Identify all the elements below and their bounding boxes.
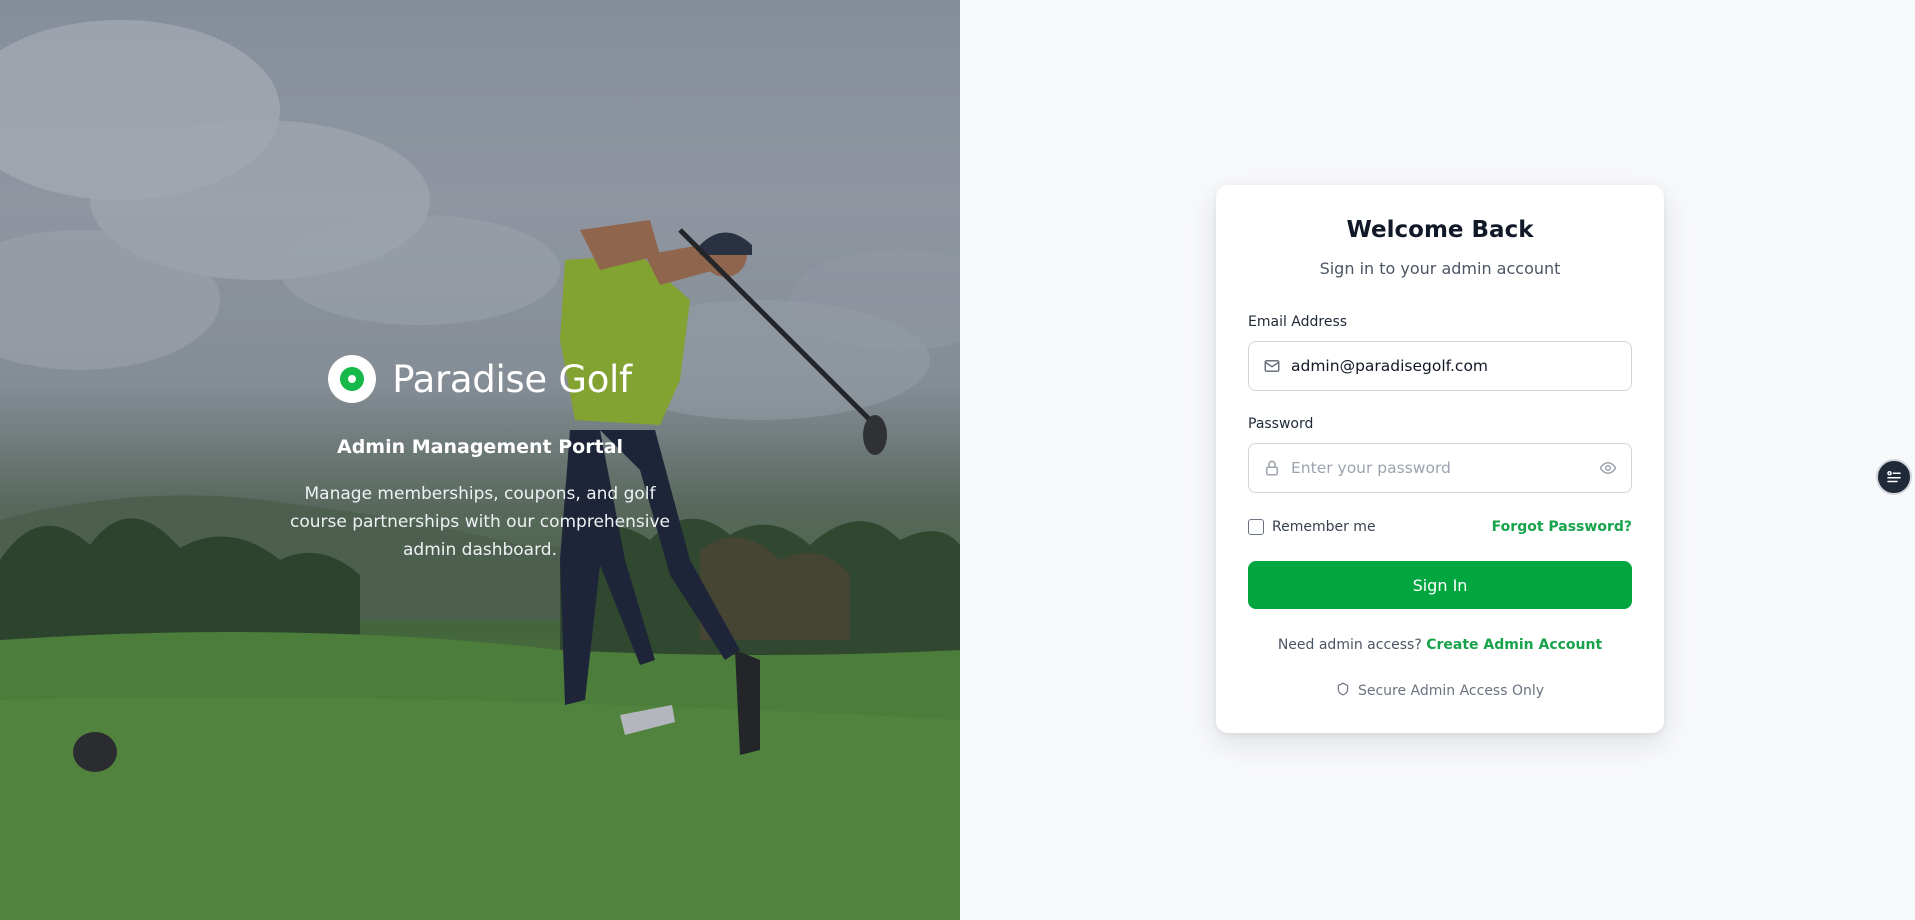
secure-access-note: Secure Admin Access Only [1216,682,1664,700]
eye-icon[interactable] [1597,457,1619,479]
remember-me-checkbox[interactable] [1248,519,1264,535]
login-card: Welcome Back Sign in to your admin accou… [1216,185,1664,733]
need-access-text: Need admin access? [1277,637,1422,653]
password-label: Password [1248,416,1314,432]
mail-icon [1261,355,1283,377]
hero-subtitle: Admin Management Portal [337,436,623,458]
forgot-password-link[interactable]: Forgot Password? [1492,519,1632,535]
create-admin-account-link[interactable]: Create Admin Account [1426,637,1602,653]
secure-access-text: Secure Admin Access Only [1357,683,1545,699]
lock-icon [1261,457,1283,479]
hero-panel: Paradise Golf Admin Management Portal Ma… [0,0,960,920]
login-subtitle: Sign in to your admin account [1319,259,1561,278]
need-access-row: Need admin access? Create Admin Account [1216,637,1664,653]
password-input[interactable] [1283,445,1597,491]
password-field-wrapper [1248,443,1632,493]
email-field-wrapper [1248,341,1632,391]
brand-name: Paradise Golf [392,357,632,401]
sign-in-button[interactable]: Sign In [1248,561,1632,609]
brand-logo-icon [328,355,377,403]
shield-icon [1336,682,1350,700]
login-title: Welcome Back [1346,217,1534,243]
email-label: Email Address [1248,314,1348,330]
menu-list-icon[interactable] [1876,459,1912,495]
email-input[interactable] [1283,343,1631,389]
hero-overlay [0,0,960,920]
remember-me: Remember me [1248,519,1376,535]
brand: Paradise Golf [0,355,960,403]
remember-me-label[interactable]: Remember me [1272,519,1376,535]
hero-description: Manage memberships, coupons, and golf co… [289,484,671,560]
